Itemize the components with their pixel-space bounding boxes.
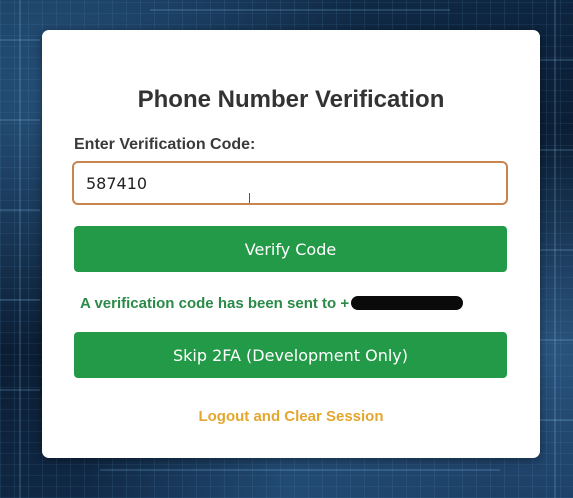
page-title: Phone Number Verification — [137, 86, 445, 113]
redacted-phone-number — [351, 296, 464, 310]
mouse-cursor-icon — [249, 193, 250, 203]
logout-link[interactable]: Logout and Clear Session — [42, 408, 540, 425]
verify-code-button[interactable]: Verify Code — [74, 226, 507, 272]
code-field-label: Enter Verification Code: — [74, 136, 256, 153]
code-sent-message: A verification code has been sent to + — [80, 295, 464, 312]
skip-2fa-button[interactable]: Skip 2FA (Development Only) — [74, 332, 507, 378]
verification-card: Phone Number Verification Enter Verifica… — [42, 30, 540, 458]
code-sent-text: A verification code has been sent to + — [80, 295, 350, 312]
verification-code-input[interactable] — [72, 161, 508, 205]
